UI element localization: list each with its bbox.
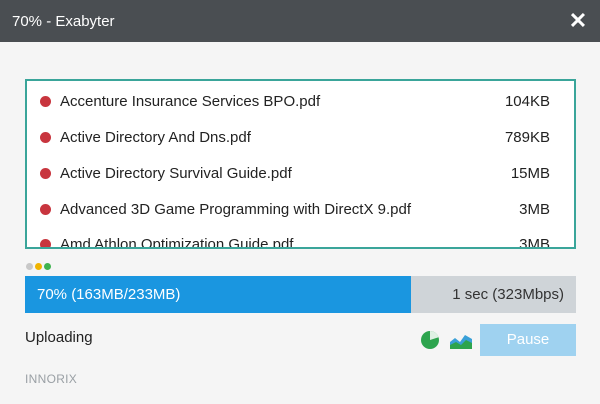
file-row[interactable]: Active Directory Survival Guide.pdf 15MB [27,155,574,191]
file-size: 104KB [504,92,550,110]
progress-label: 70% (163MB/233MB) [37,286,181,303]
file-row[interactable]: Accenture Insurance Services BPO.pdf 104… [27,83,574,119]
status-dot-icon [40,238,51,247]
progress-bar: 70% (163MB/233MB) 1 sec (323Mbps) [25,276,576,313]
status-dot-icon [40,95,51,107]
progress-speed: 1 sec (323Mbps) [452,286,564,303]
status-dot-icon [40,167,51,179]
file-name: Amd Athlon Optimization Guide.pdf [60,235,294,249]
graph-icon[interactable] [449,330,473,350]
activity-indicator [26,263,51,270]
brand-logo: INNORIX [25,372,78,386]
indicator-dot-icon [26,263,33,270]
status-dot-icon [40,131,51,143]
file-size: 789KB [504,128,550,146]
file-size: 3MB [519,200,550,218]
file-name: Active Directory And Dns.pdf [60,128,251,146]
indicator-dot-icon [35,263,42,270]
file-list[interactable]: Accenture Insurance Services BPO.pdf 104… [25,79,576,249]
file-size: 3MB [519,235,550,249]
file-name: Advanced 3D Game Programming with Direct… [60,200,411,218]
indicator-dot-icon [44,263,51,270]
file-size: 15MB [510,164,550,182]
pie-chart-icon[interactable] [420,330,440,350]
file-name: Accenture Insurance Services BPO.pdf [60,92,321,110]
window-title: 70% - Exabyter [12,12,115,30]
title-bar: 70% - Exabyter ✕ [0,0,600,42]
status-text: Uploading [25,329,93,346]
close-icon[interactable]: ✕ [568,10,588,32]
main-content: Accenture Insurance Services BPO.pdf 104… [0,42,600,404]
file-name: Active Directory Survival Guide.pdf [60,164,292,182]
status-dot-icon [40,203,51,215]
file-row[interactable]: Advanced 3D Game Programming with Direct… [27,191,574,227]
file-row[interactable]: Active Directory And Dns.pdf 789KB [27,119,574,155]
file-row[interactable]: Amd Athlon Optimization Guide.pdf 3MB [27,226,574,249]
pause-button[interactable]: Pause [480,324,576,356]
